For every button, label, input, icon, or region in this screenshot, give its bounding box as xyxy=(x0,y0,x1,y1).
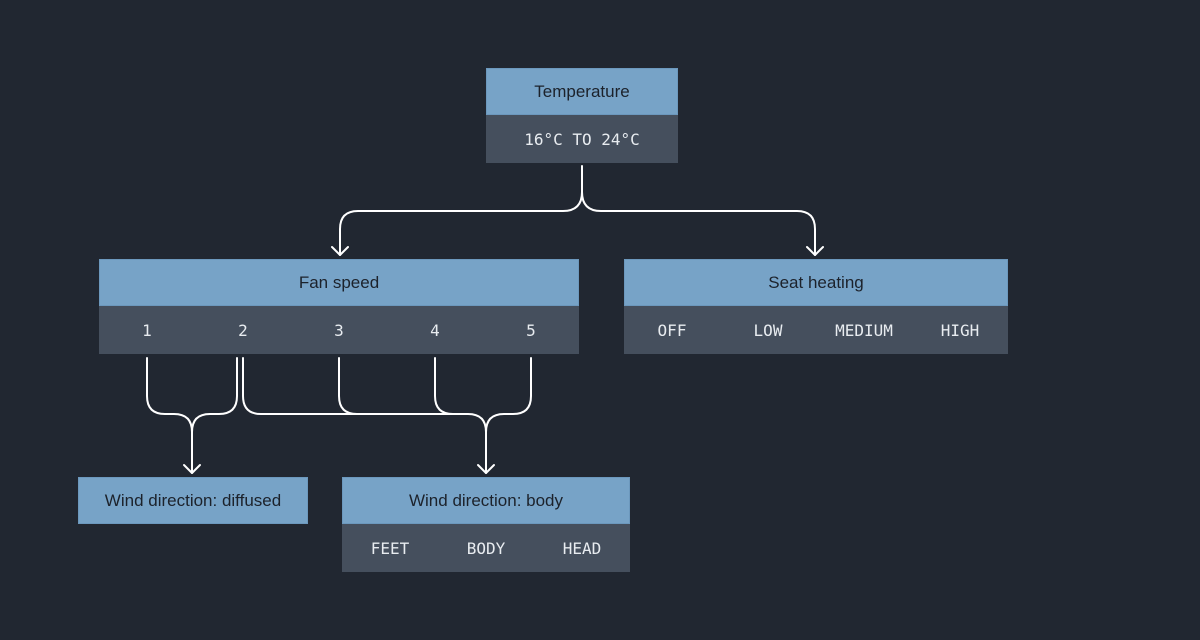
edge-temperature-fan-speed xyxy=(339,165,583,256)
option-wind-body: BODY xyxy=(466,538,506,558)
node-temperature-options: 16°C TO 24°C xyxy=(486,115,678,163)
option-temperature-range: 16°C TO 24°C xyxy=(524,129,640,149)
edge-fan-1-diffused xyxy=(146,357,193,474)
node-temperature-title: Temperature xyxy=(486,68,678,115)
node-fan-speed-title: Fan speed xyxy=(99,259,579,306)
option-seat-medium: MEDIUM xyxy=(835,320,893,340)
edge-fan-2-diffused xyxy=(191,357,238,433)
node-wind-body-options: FEET BODY HEAD xyxy=(342,524,630,572)
edge-fan-3-body xyxy=(338,357,358,415)
option-wind-head: HEAD xyxy=(562,538,602,558)
option-seat-off: OFF xyxy=(657,320,687,340)
node-seat-heating-options: OFF LOW MEDIUM HIGH xyxy=(624,306,1008,354)
node-seat-heating: Seat heating OFF LOW MEDIUM HIGH xyxy=(624,259,1008,354)
edge-fan-4-body xyxy=(434,357,454,415)
edge-temperature-seat-heating xyxy=(581,191,816,256)
node-wind-diffused: Wind direction: diffused xyxy=(78,477,308,524)
option-fan-4: 4 xyxy=(430,320,440,340)
node-fan-speed-options: 1 2 3 4 5 xyxy=(99,306,579,354)
option-wind-feet: FEET xyxy=(370,538,410,558)
option-fan-1: 1 xyxy=(142,320,152,340)
option-seat-high: HIGH xyxy=(940,320,980,340)
edge-fan-5-body xyxy=(485,357,532,433)
option-seat-low: LOW xyxy=(753,320,783,340)
node-temperature: Temperature 16°C TO 24°C xyxy=(486,68,678,163)
node-wind-body-title: Wind direction: body xyxy=(342,477,630,524)
node-fan-speed: Fan speed 1 2 3 4 5 xyxy=(99,259,579,354)
option-fan-2: 2 xyxy=(238,320,248,340)
node-wind-diffused-title: Wind direction: diffused xyxy=(78,477,308,524)
edge-fan-2-body xyxy=(242,357,487,474)
node-wind-body: Wind direction: body FEET BODY HEAD xyxy=(342,477,630,572)
option-fan-5: 5 xyxy=(526,320,536,340)
option-fan-3: 3 xyxy=(334,320,344,340)
node-seat-heating-title: Seat heating xyxy=(624,259,1008,306)
